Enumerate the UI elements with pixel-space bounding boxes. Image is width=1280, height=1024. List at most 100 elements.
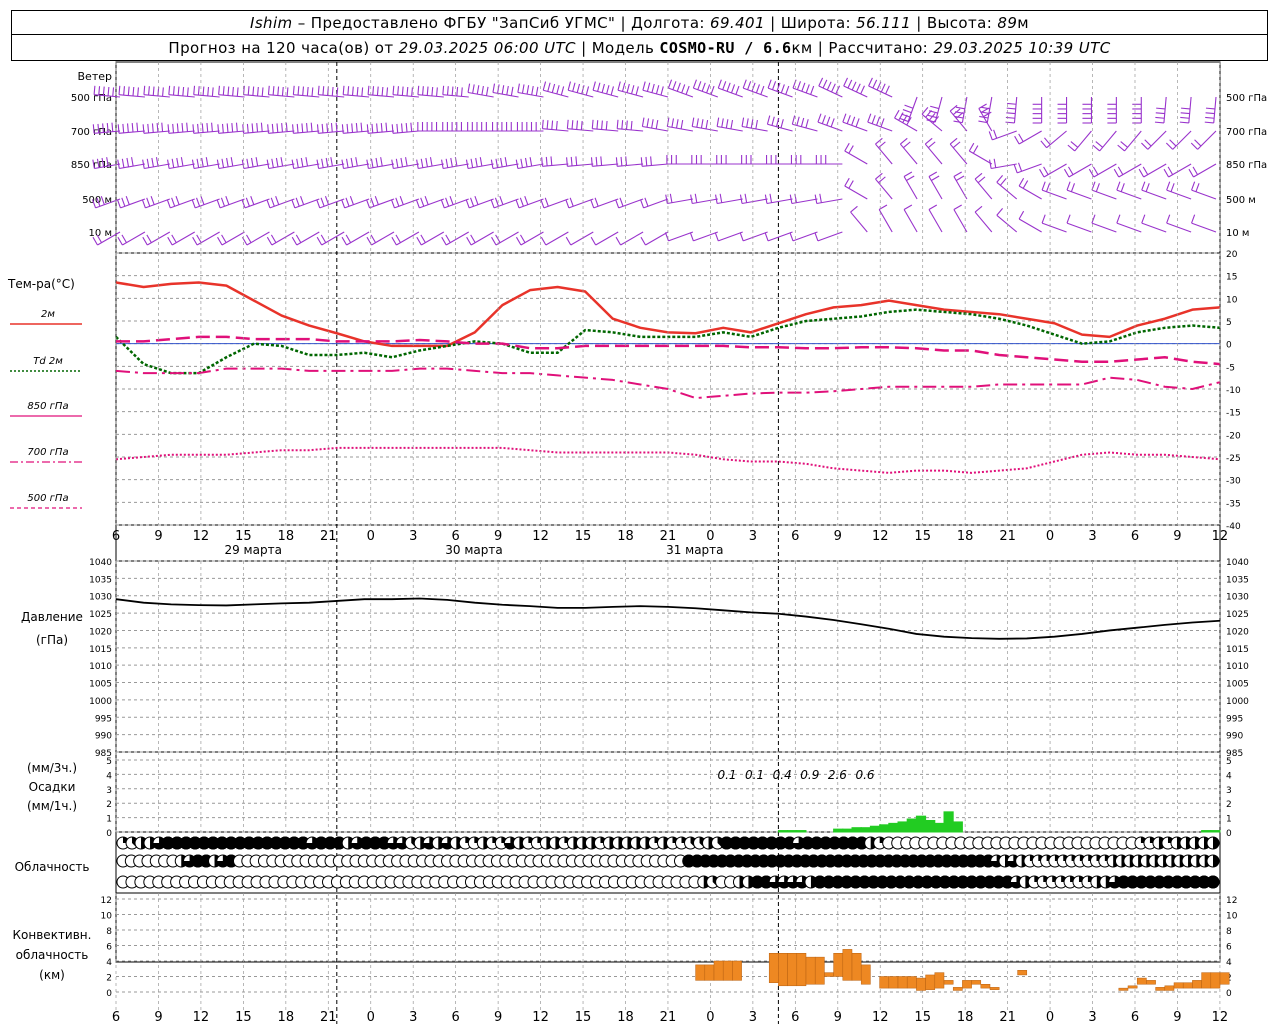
wind-barb-flag <box>601 120 603 130</box>
wind-barb <box>926 96 943 123</box>
wind-barb <box>996 208 1018 233</box>
wind-barb <box>417 85 444 98</box>
wind-barb-flag <box>906 175 915 182</box>
wind-barb-flag <box>216 159 220 169</box>
temp-ytick-right: 10 <box>1226 295 1238 305</box>
wind-barb-flag <box>904 104 914 109</box>
wind-barb-flag <box>1166 181 1171 191</box>
conv-bar <box>814 956 825 985</box>
x-tick-label: 0 <box>1046 529 1054 544</box>
wind-barb-flag <box>1190 142 1199 150</box>
wind-barb-flag <box>142 124 145 134</box>
x-tick-label: 0 <box>367 1010 375 1024</box>
x-tick-label: 12 <box>193 1010 210 1024</box>
wind-barb-flag <box>366 159 369 169</box>
wind-barb-flag <box>197 123 199 133</box>
precip-ytick-left: 4 <box>106 771 112 781</box>
wind-barb-flag <box>927 141 936 149</box>
wind-barb-shaft <box>642 125 669 132</box>
wind-barb-flag <box>546 120 549 130</box>
wind-barb-flag <box>107 86 110 97</box>
wind-barb <box>842 113 868 132</box>
wind-barb-flag <box>885 85 890 95</box>
wind-barb-flag <box>176 123 179 133</box>
wind-barb-shaft <box>741 125 768 132</box>
wind-barb-flag <box>1063 168 1070 178</box>
wind-barb <box>1191 181 1217 200</box>
wind-barb-flag <box>291 199 296 209</box>
wind-barb-flag <box>871 115 876 124</box>
wind-barb-flag <box>306 123 308 133</box>
wind-barb-flag <box>1141 142 1149 150</box>
x-tick-label: 18 <box>278 529 295 544</box>
wind-barb <box>367 85 395 98</box>
wind-barb <box>1141 181 1167 200</box>
wind-barb-flag <box>880 83 886 93</box>
wind-barb-flag <box>1120 183 1125 192</box>
conv-bar <box>943 980 954 985</box>
wind-barb-flag <box>106 123 109 133</box>
wind-barb-flag <box>206 123 209 133</box>
wind-barb-flag <box>217 236 223 246</box>
wind-barb <box>191 157 220 170</box>
wind-barb-flag <box>202 86 205 96</box>
wind-barb <box>592 81 619 98</box>
wind-barb <box>1039 163 1067 178</box>
wind-barb-flag <box>755 119 758 130</box>
wind-barb <box>716 117 743 132</box>
x-tick-label: 6 <box>452 1010 460 1024</box>
wind-barb-flag <box>221 123 224 133</box>
wind-barb-shaft <box>817 231 843 242</box>
wind-barb-flag <box>492 83 496 93</box>
wind-barb <box>814 193 843 205</box>
wind-barb-flag <box>642 81 646 91</box>
wind-barb-flag <box>826 116 831 126</box>
wind-barb-shaft <box>168 130 195 134</box>
wind-barb-flag <box>576 83 581 93</box>
wind-barb <box>567 81 594 98</box>
wind-barb-flag <box>1205 116 1215 119</box>
wind-barb <box>167 231 196 246</box>
wind-barb-flag <box>996 208 1004 216</box>
precip-total-label: 0.4 <box>773 768 792 782</box>
wind-barb-shaft <box>542 128 569 132</box>
precip-bar <box>1201 830 1212 833</box>
wind-barb-flag <box>271 158 274 168</box>
wind-barb-flag <box>182 86 185 97</box>
conv-bar <box>1118 987 1129 991</box>
wind-barb-shaft <box>368 130 395 134</box>
wind-barb-flag <box>819 193 822 203</box>
wind-barb <box>517 83 544 98</box>
wind-barb <box>924 137 943 165</box>
wind-barb-flag <box>97 123 100 133</box>
wind-barb-shaft <box>928 176 943 200</box>
wind-barb-flag <box>541 157 544 167</box>
wind-barb-flag <box>764 232 769 242</box>
wind-barb-flag <box>672 81 677 90</box>
wind-barb-flag <box>928 171 938 177</box>
wind-barb-flag <box>556 85 560 95</box>
wind-barb-flag <box>696 118 699 128</box>
wind-barb-flag <box>123 86 126 96</box>
wind-barb-flag <box>300 157 304 167</box>
wind-barb <box>899 96 918 122</box>
wind-barb-shaft <box>421 231 445 246</box>
wind-barb-flag <box>519 197 524 207</box>
wind-barb <box>590 231 619 246</box>
wind-barb-flag <box>336 87 339 97</box>
wind-barb-flag <box>631 85 635 95</box>
precip-label-c: (мм/1ч.) <box>27 799 77 813</box>
temp-ytick-right: -15 <box>1226 409 1241 419</box>
wind-barb-flag <box>392 85 395 95</box>
x-tick-label: 6 <box>112 1010 120 1024</box>
wind-barb-shaft <box>1166 189 1192 200</box>
wind-barb-flag <box>617 81 621 91</box>
wind-barb-shaft <box>850 211 868 233</box>
wind-barb-flag <box>395 234 401 243</box>
wind-barb-flag <box>296 123 299 133</box>
wind-barb-flag <box>789 194 793 204</box>
wind-barb <box>392 85 419 98</box>
wind-barb-shaft <box>567 163 594 167</box>
wind-barb-flag <box>606 85 610 95</box>
wind-barb-flag <box>232 86 234 97</box>
